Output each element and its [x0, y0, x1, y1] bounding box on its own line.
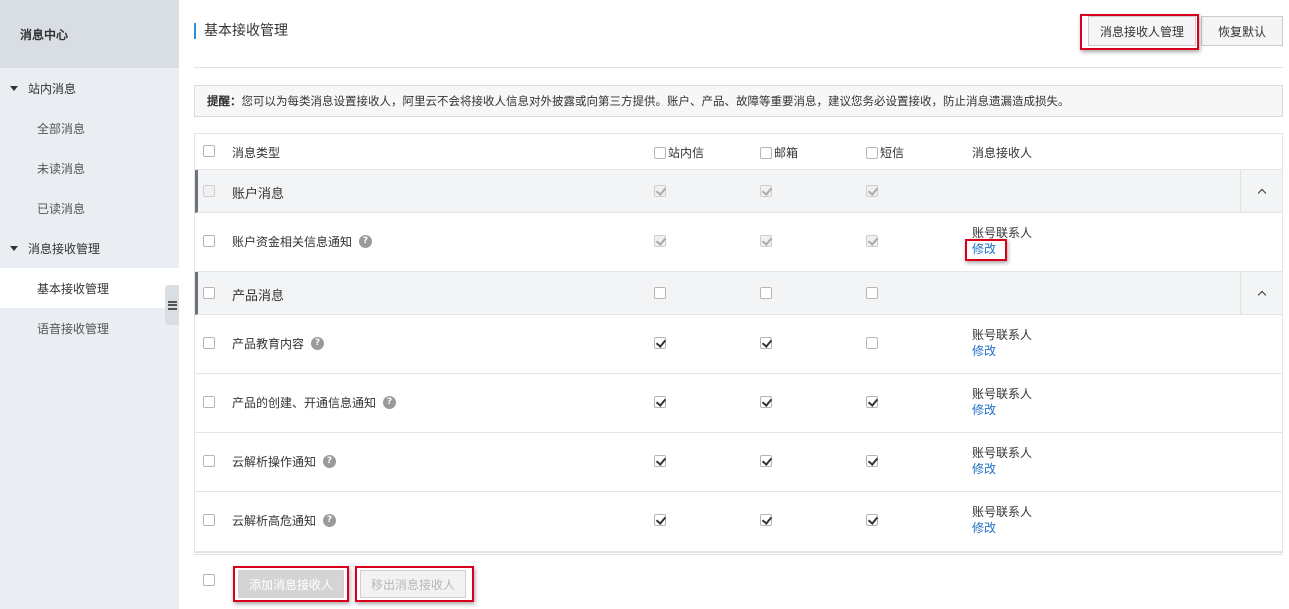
- receiver-name: 账号联系人: [972, 328, 1033, 342]
- sidebar-item-all[interactable]: 全部消息: [0, 108, 179, 148]
- sms-checkbox[interactable]: [866, 514, 878, 526]
- menu-collapse-icon: [167, 300, 177, 310]
- table-row: 云解析高危通知 ? 账号联系人 修改: [195, 492, 1282, 551]
- collapse-toggle[interactable]: [1240, 170, 1282, 212]
- row-checkbox[interactable]: [203, 514, 215, 526]
- sms-checkbox[interactable]: [866, 337, 878, 349]
- receiver-name: 账号联系人: [972, 505, 1033, 519]
- inbox-checkbox[interactable]: [654, 287, 666, 299]
- email-all-checkbox[interactable]: [760, 146, 772, 159]
- group-row-account: 账户消息: [195, 170, 1282, 213]
- edit-receiver-link[interactable]: 修改: [972, 241, 996, 257]
- message-table: 消息类型 站内信 邮箱 短信 消息接收人 账户消息 账户资金相关信息通知 ? 账…: [194, 133, 1283, 552]
- table-row: 产品的创建、开通信息通知 ? 账号联系人 修改: [195, 374, 1282, 433]
- sms-checkbox[interactable]: [866, 235, 878, 247]
- sms-checkbox[interactable]: [866, 455, 878, 467]
- footer-select-checkbox[interactable]: [203, 574, 215, 586]
- message-type-name: 云解析操作通知: [232, 455, 317, 469]
- receivers-manage-button[interactable]: 消息接收人管理: [1088, 16, 1196, 46]
- sidebar-item-basic[interactable]: 基本接收管理: [0, 268, 179, 308]
- sidebar-title: 消息中心: [0, 0, 179, 68]
- email-checkbox[interactable]: [760, 455, 772, 467]
- chevron-up-icon: [1257, 188, 1266, 197]
- sidebar-item-voice[interactable]: 语音接收管理: [0, 308, 179, 348]
- message-type-name: 云解析高危通知: [232, 514, 317, 528]
- table-row: 产品教育内容 ? 账号联系人 修改: [195, 315, 1282, 374]
- tip-banner: 提醒： 您可以为每类消息设置接收人，阿里云不会将接收人信息对外披露或向第三方提供…: [194, 85, 1283, 117]
- inbox-all-checkbox[interactable]: [654, 146, 666, 159]
- main-content: 基本接收管理 消息接收人管理 恢复默认 提醒： 您可以为每类消息设置接收人，阿里…: [194, 0, 1283, 609]
- sidebar-group-inbox[interactable]: 站内消息: [0, 68, 179, 108]
- caret-down-icon: [10, 85, 18, 91]
- row-checkbox[interactable]: [203, 455, 215, 467]
- group-checkbox[interactable]: [203, 287, 215, 299]
- inbox-checkbox[interactable]: [654, 185, 666, 197]
- title-bar: 基本接收管理 消息接收人管理 恢复默认: [194, 0, 1283, 68]
- email-checkbox[interactable]: [760, 396, 772, 408]
- edit-receiver-link[interactable]: 修改: [972, 461, 996, 477]
- receiver-name: 账号联系人: [972, 446, 1033, 460]
- receiver-name: 账号联系人: [972, 226, 1033, 240]
- page-title: 基本接收管理: [194, 23, 288, 39]
- inbox-checkbox[interactable]: [654, 235, 666, 247]
- sidebar: 消息中心 站内消息 全部消息 未读消息 已读消息 消息接收管理 基本接收管理 语…: [0, 0, 179, 609]
- inbox-checkbox[interactable]: [654, 337, 666, 349]
- message-type-name: 产品的创建、开通信息通知: [232, 396, 377, 410]
- sidebar-group-label: 站内消息: [28, 81, 77, 96]
- tip-text: 您可以为每类消息设置接收人，阿里云不会将接收人信息对外披露或向第三方提供。账户、…: [241, 94, 1070, 108]
- table-row: 云解析操作通知 ? 账号联系人 修改: [195, 433, 1282, 492]
- group-name: 产品消息: [232, 289, 285, 304]
- inbox-checkbox[interactable]: [654, 514, 666, 526]
- sms-checkbox[interactable]: [866, 185, 878, 197]
- remove-receiver-button[interactable]: 移出消息接收人: [360, 570, 466, 598]
- sidebar-collapse-handle[interactable]: [165, 285, 179, 325]
- col-email: 邮箱: [774, 146, 799, 160]
- sidebar-group-label: 消息接收管理: [28, 241, 101, 256]
- row-checkbox[interactable]: [203, 337, 215, 349]
- collapse-toggle[interactable]: [1240, 272, 1282, 314]
- tip-label: 提醒：: [207, 94, 242, 108]
- sidebar-item-unread[interactable]: 未读消息: [0, 148, 179, 188]
- col-type: 消息类型: [232, 146, 281, 160]
- chevron-up-icon: [1257, 290, 1266, 299]
- inbox-checkbox[interactable]: [654, 396, 666, 408]
- receiver-name: 账号联系人: [972, 387, 1033, 401]
- sms-all-checkbox[interactable]: [866, 146, 878, 159]
- col-receiver: 消息接收人: [972, 146, 1033, 160]
- sms-checkbox[interactable]: [866, 287, 878, 299]
- caret-down-icon: [10, 245, 18, 251]
- email-checkbox[interactable]: [760, 287, 772, 299]
- group-checkbox[interactable]: [203, 185, 215, 197]
- group-name: 账户消息: [232, 187, 285, 202]
- help-icon[interactable]: ?: [359, 235, 373, 248]
- email-checkbox[interactable]: [760, 514, 772, 526]
- sms-checkbox[interactable]: [866, 396, 878, 408]
- message-type-name: 账户资金相关信息通知: [232, 235, 353, 249]
- message-type-name: 产品教育内容: [232, 337, 305, 351]
- select-all-checkbox[interactable]: [203, 145, 215, 157]
- row-checkbox[interactable]: [203, 235, 215, 247]
- edit-receiver-link[interactable]: 修改: [972, 520, 996, 536]
- col-inbox: 站内信: [668, 146, 705, 160]
- inbox-checkbox[interactable]: [654, 455, 666, 467]
- edit-receiver-link[interactable]: 修改: [972, 343, 996, 359]
- sidebar-group-receive[interactable]: 消息接收管理: [0, 228, 179, 268]
- edit-receiver-link[interactable]: 修改: [972, 402, 996, 418]
- help-icon[interactable]: ?: [323, 455, 337, 468]
- col-sms: 短信: [880, 146, 905, 160]
- sidebar-item-read[interactable]: 已读消息: [0, 188, 179, 228]
- restore-default-button[interactable]: 恢复默认: [1201, 16, 1283, 46]
- table-footer: 添加消息接收人 移出消息接收人: [194, 552, 1283, 609]
- help-icon[interactable]: ?: [383, 396, 397, 409]
- table-header: 消息类型 站内信 邮箱 短信 消息接收人: [195, 134, 1282, 170]
- row-checkbox[interactable]: [203, 396, 215, 408]
- help-icon[interactable]: ?: [311, 337, 325, 350]
- email-checkbox[interactable]: [760, 185, 772, 197]
- email-checkbox[interactable]: [760, 337, 772, 349]
- email-checkbox[interactable]: [760, 235, 772, 247]
- help-icon[interactable]: ?: [323, 514, 337, 527]
- table-row: 账户资金相关信息通知 ? 账号联系人 修改: [195, 213, 1282, 272]
- group-row-product: 产品消息: [195, 272, 1282, 315]
- add-receiver-button[interactable]: 添加消息接收人: [238, 570, 344, 598]
